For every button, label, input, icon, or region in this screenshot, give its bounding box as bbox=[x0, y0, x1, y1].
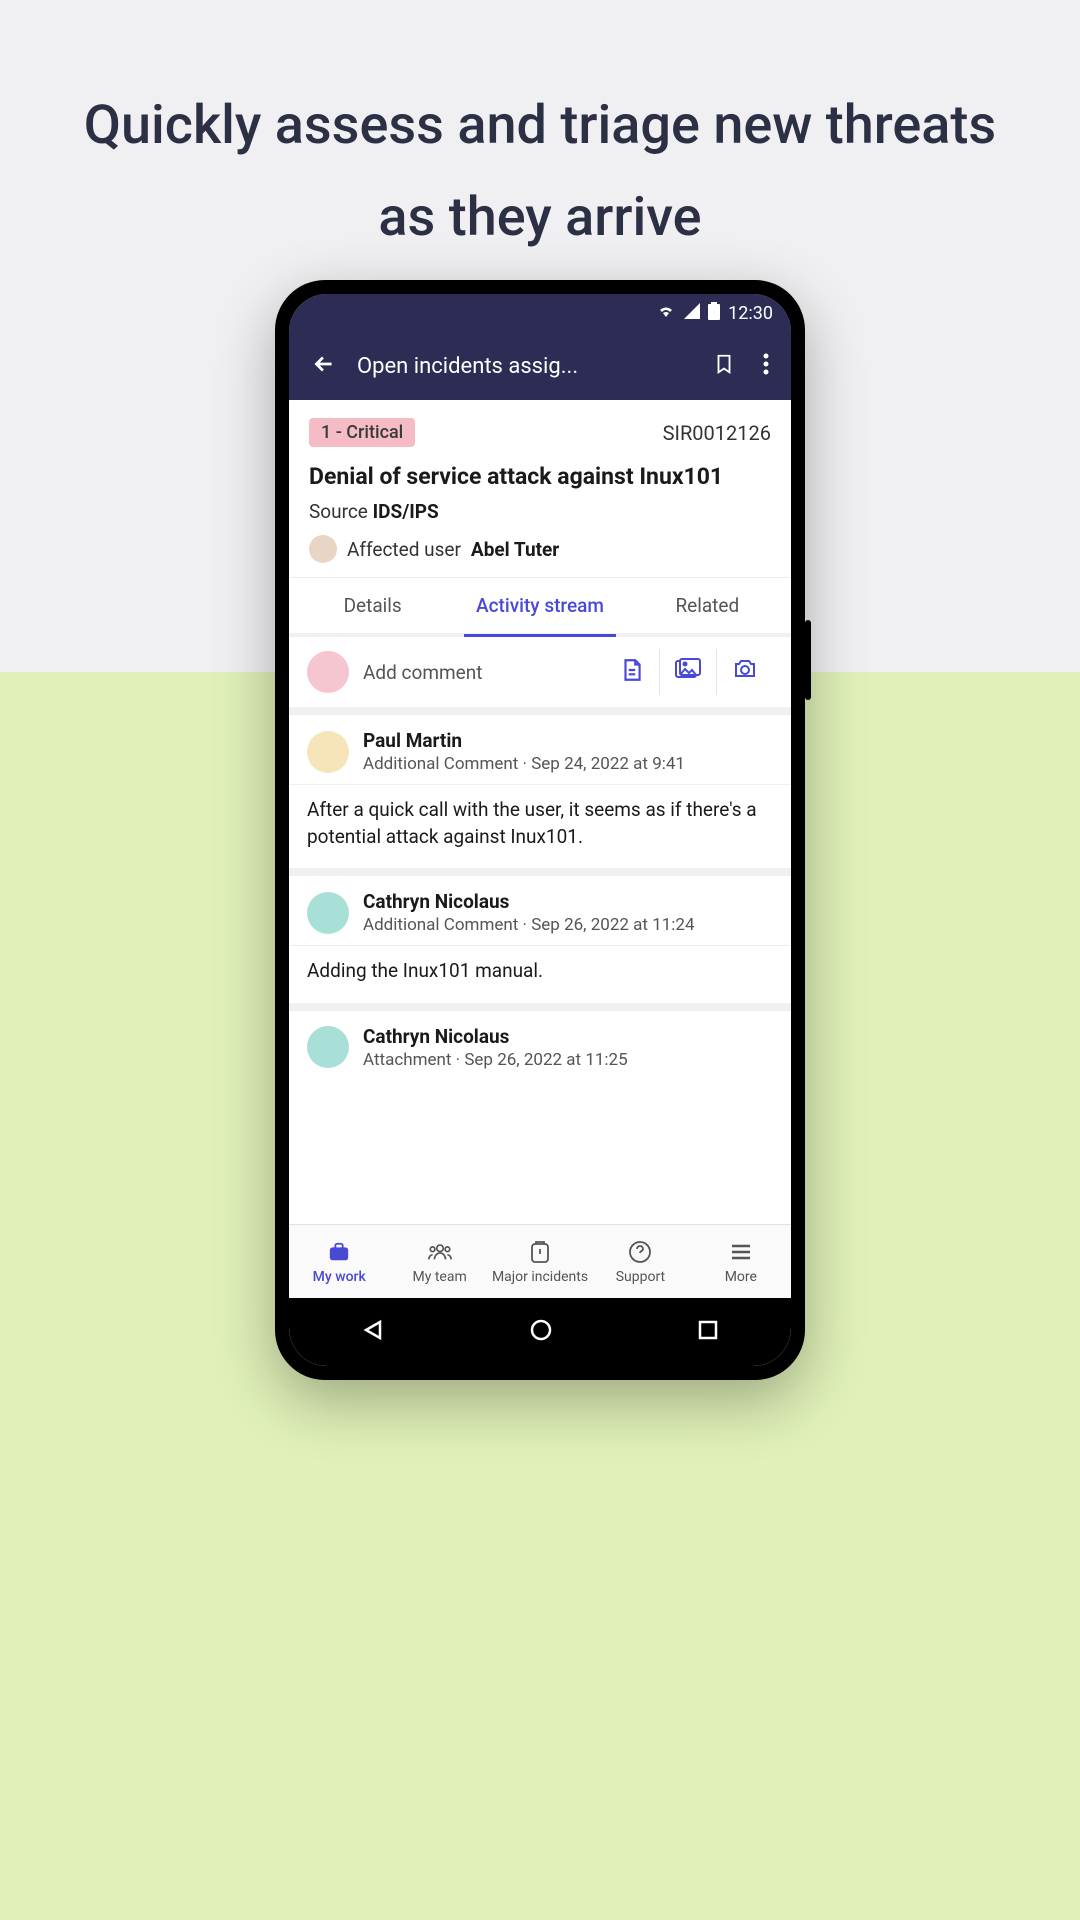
bottom-nav: My work My team Major incidents Support bbox=[289, 1224, 791, 1298]
phone-side-button bbox=[805, 620, 811, 700]
comment-author-avatar bbox=[307, 731, 349, 773]
source-label: Source bbox=[309, 500, 368, 523]
team-icon bbox=[427, 1239, 453, 1265]
comment-body: Adding the Inux101 manual. bbox=[289, 946, 791, 1003]
comment-author-name: Cathryn Nicolaus bbox=[363, 1025, 628, 1048]
back-button[interactable] bbox=[303, 343, 345, 389]
battery-icon bbox=[708, 302, 720, 325]
nav-label: Support bbox=[616, 1269, 665, 1285]
nav-more[interactable]: More bbox=[691, 1239, 791, 1285]
current-user-avatar bbox=[307, 651, 349, 693]
attach-image-button[interactable] bbox=[659, 649, 716, 695]
affected-user-label: Affected user bbox=[347, 538, 461, 561]
alert-icon bbox=[527, 1239, 553, 1265]
bookmark-button[interactable] bbox=[705, 343, 743, 389]
nav-label: More bbox=[725, 1269, 757, 1285]
stream-item: Cathryn Nicolaus Additional Comment · Se… bbox=[289, 876, 791, 1011]
android-nav-bar bbox=[289, 1298, 791, 1366]
app-bar-title: Open incidents assig... bbox=[357, 354, 693, 379]
incident-header: 1 - Critical SIR0012126 Denial of servic… bbox=[289, 400, 791, 577]
tab-details[interactable]: Details bbox=[289, 578, 456, 633]
android-home-button[interactable] bbox=[510, 1309, 572, 1355]
tab-activity-stream[interactable]: Activity stream bbox=[456, 578, 623, 633]
phone-screen: 12:30 Open incidents assig... 1 - Critic… bbox=[289, 294, 791, 1366]
stream-item: Cathryn Nicolaus Attachment · Sep 26, 20… bbox=[289, 1011, 791, 1080]
stream-item: Paul Martin Additional Comment · Sep 24,… bbox=[289, 715, 791, 876]
status-bar: 12:30 bbox=[289, 294, 791, 332]
comment-author-avatar bbox=[307, 892, 349, 934]
comment-meta: Attachment · Sep 26, 2022 at 11:25 bbox=[363, 1050, 628, 1070]
marketing-headline: Quickly assess and triage new threats as… bbox=[0, 80, 1080, 264]
comment-body: After a quick call with the user, it see… bbox=[289, 785, 791, 868]
affected-user-name: Abel Tuter bbox=[471, 538, 559, 561]
priority-badge: 1 - Critical bbox=[309, 418, 415, 447]
comment-author-name: Cathryn Nicolaus bbox=[363, 890, 695, 913]
ticket-id: SIR0012126 bbox=[663, 421, 771, 445]
more-menu-button[interactable] bbox=[755, 344, 777, 388]
affected-user-avatar bbox=[309, 535, 337, 563]
comment-meta: Additional Comment · Sep 26, 2022 at 11:… bbox=[363, 915, 695, 935]
content-area: 1 - Critical SIR0012126 Denial of servic… bbox=[289, 400, 791, 1224]
android-back-button[interactable] bbox=[342, 1309, 404, 1355]
android-recent-button[interactable] bbox=[678, 1310, 738, 1354]
signal-icon bbox=[684, 303, 700, 324]
nav-my-work[interactable]: My work bbox=[289, 1239, 389, 1285]
wifi-icon bbox=[656, 303, 676, 324]
tab-related[interactable]: Related bbox=[624, 578, 791, 633]
nav-label: My work bbox=[313, 1269, 366, 1285]
incident-title: Denial of service attack against Inux101 bbox=[309, 463, 771, 490]
incident-source: Source IDS/IPS bbox=[309, 500, 771, 523]
add-comment-row[interactable]: Add comment bbox=[289, 637, 791, 715]
comment-author-avatar bbox=[307, 1026, 349, 1068]
help-icon bbox=[627, 1239, 653, 1265]
nav-label: Major incidents bbox=[492, 1269, 588, 1285]
source-value: IDS/IPS bbox=[373, 500, 439, 523]
comment-meta: Additional Comment · Sep 24, 2022 at 9:4… bbox=[363, 754, 685, 774]
tabs: Details Activity stream Related bbox=[289, 577, 791, 637]
camera-button[interactable] bbox=[716, 649, 773, 695]
affected-user-row: Affected user Abel Tuter bbox=[309, 535, 771, 563]
briefcase-icon bbox=[326, 1239, 352, 1265]
menu-icon bbox=[728, 1239, 754, 1265]
attach-document-button[interactable] bbox=[605, 649, 659, 695]
phone-frame: 12:30 Open incidents assig... 1 - Critic… bbox=[275, 280, 805, 1380]
nav-major-incidents[interactable]: Major incidents bbox=[490, 1239, 590, 1285]
comment-author-name: Paul Martin bbox=[363, 729, 685, 752]
comment-placeholder[interactable]: Add comment bbox=[363, 661, 591, 684]
app-bar: Open incidents assig... bbox=[289, 332, 791, 400]
nav-label: My team bbox=[413, 1269, 467, 1285]
nav-my-team[interactable]: My team bbox=[389, 1239, 489, 1285]
status-time: 12:30 bbox=[728, 303, 773, 324]
nav-support[interactable]: Support bbox=[590, 1239, 690, 1285]
